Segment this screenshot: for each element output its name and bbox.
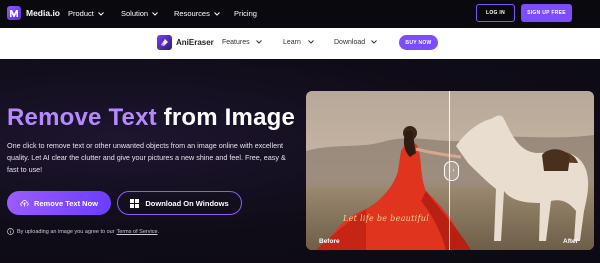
chevron-down-icon (98, 9, 104, 18)
remove-text-now-button[interactable]: Remove Text Now (7, 191, 111, 215)
nav-item-label: Solution (121, 9, 149, 18)
nav-item-label: Resources (174, 9, 210, 18)
info-icon (7, 228, 14, 235)
terms-prefix: By uploading an image you agree to our (17, 228, 115, 235)
title-rest: from Image (156, 104, 296, 131)
compare-slider-handle[interactable]: ‹ › (444, 161, 459, 181)
chevron-down-icon (371, 39, 377, 46)
nav-item-solution[interactable]: Solution (121, 9, 158, 18)
product-nav-label: Learn (283, 39, 301, 46)
anieraser-logo[interactable] (157, 35, 172, 50)
nav-item-label: Pricing (234, 9, 257, 18)
after-label: After (563, 238, 579, 245)
media-io-logo-icon (7, 6, 21, 20)
overlay-watermark-text: Let life be beautiful (343, 214, 430, 223)
product-nav-label: Download (334, 39, 366, 46)
terms-notice: By uploading an image you agree to our T… (7, 228, 159, 235)
signup-button[interactable]: SIGN UP FREE (521, 4, 572, 22)
chevron-down-icon (214, 9, 220, 18)
top-navigation: Media.io Product Solution Resources Pric… (0, 0, 600, 28)
nav-item-resources[interactable]: Resources (174, 9, 220, 18)
brand-name: Media.io (26, 8, 61, 18)
title-accent: Remove Text (7, 104, 157, 131)
chevron-down-icon (152, 9, 158, 18)
chevron-down-icon (308, 39, 314, 46)
product-nav-label: Features (222, 39, 250, 46)
download-on-windows-button[interactable]: Download On Windows (117, 191, 242, 215)
download-on-windows-label: Download On Windows (145, 198, 229, 208)
product-nav-features[interactable]: Features (222, 39, 262, 46)
product-nav-learn[interactable]: Learn (283, 39, 314, 46)
nav-item-product[interactable]: Product (68, 9, 104, 18)
product-name: AniEraser (176, 38, 214, 47)
upload-cloud-icon (20, 199, 29, 207)
nav-item-label: Product (68, 9, 94, 18)
login-button[interactable]: LOG IN (476, 4, 515, 22)
buy-now-button[interactable]: BUY NOW (399, 35, 438, 50)
media-io-logo[interactable]: Media.io (7, 6, 60, 20)
nav-item-pricing[interactable]: Pricing (234, 9, 257, 18)
windows-icon (130, 198, 140, 208)
terms-of-service-link[interactable]: Terms of Service (117, 229, 158, 235)
chevron-down-icon (255, 39, 262, 46)
before-label: Before (319, 238, 340, 245)
terms-suffix: . (157, 228, 160, 235)
product-nav-download[interactable]: Download (334, 39, 377, 46)
hero-description: One click to remove text or other unwant… (7, 141, 286, 174)
page-title: Remove Text from Image (7, 104, 295, 132)
remove-text-now-label: Remove Text Now (33, 198, 99, 208)
product-bar: AniEraser Features Learn Download (0, 28, 600, 59)
